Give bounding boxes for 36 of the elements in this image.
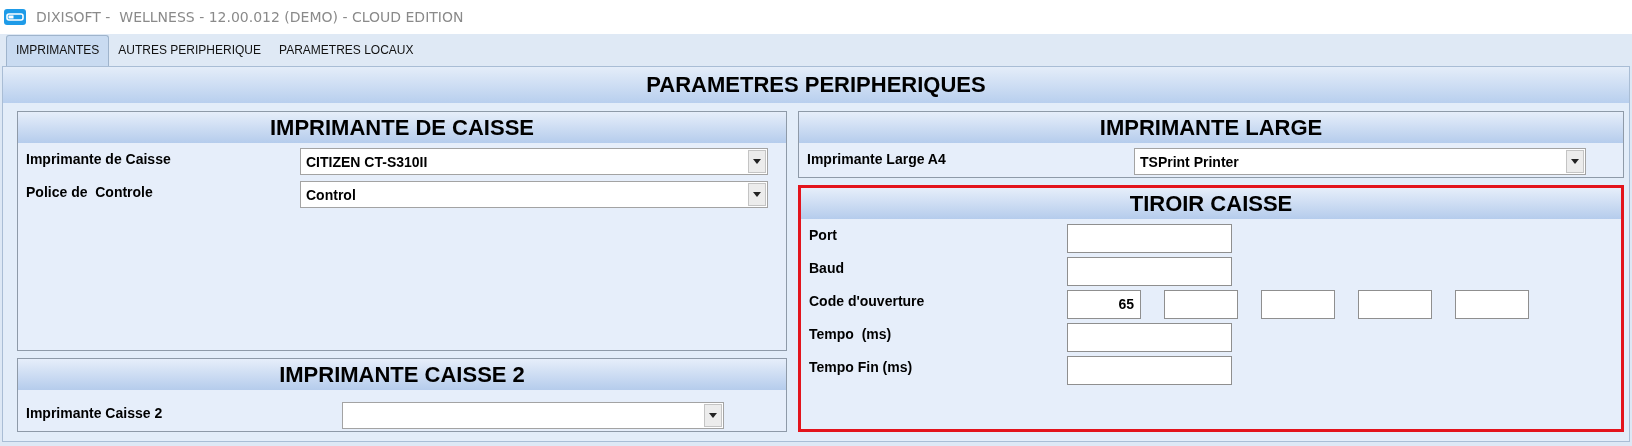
- input-field[interactable]: [1455, 290, 1529, 319]
- dropdown[interactable]: CITIZEN CT-S310II: [300, 148, 768, 175]
- input-field[interactable]: [1164, 290, 1238, 319]
- field-label: Police de Controle: [26, 183, 154, 200]
- input-field[interactable]: [1067, 257, 1232, 286]
- field-label: Code d'ouverture: [809, 292, 926, 309]
- caret-icon: [753, 159, 761, 164]
- input-field[interactable]: [1067, 323, 1232, 352]
- dropdown[interactable]: TSPrint Printer: [1134, 148, 1586, 175]
- panel-title: IMPRIMANTE LARGE: [799, 112, 1623, 143]
- window-title: DIXISOFT - WELLNESS - 12.00.012 (DEMO) - CLOUD EDITION: [36, 9, 464, 25]
- dropdown[interactable]: Control: [300, 181, 768, 208]
- caret-icon: [1571, 159, 1579, 164]
- tab[interactable]: IMPRIMANTES: [6, 35, 110, 66]
- panel-title: IMPRIMANTE CAISSE 2: [18, 359, 786, 390]
- dropdown[interactable]: [342, 402, 724, 429]
- app-icon: [4, 9, 26, 25]
- field-label: Imprimante Caisse 2: [26, 404, 164, 421]
- input-field[interactable]: [1067, 356, 1232, 385]
- field-label: Tempo (ms): [809, 325, 893, 342]
- panel-title: TIROIR CAISSE: [801, 188, 1621, 219]
- input-field[interactable]: [1358, 290, 1432, 319]
- caret-icon: [753, 192, 761, 197]
- input-field[interactable]: [1261, 290, 1335, 319]
- panel-title: IMPRIMANTE DE CAISSE: [18, 112, 786, 143]
- caret-icon: [709, 413, 717, 418]
- field-label: Imprimante Large A4: [807, 150, 947, 167]
- field-label: Port: [809, 226, 838, 243]
- page-title: PARAMETRES PERIPHERIQUES: [3, 67, 1629, 103]
- field-label: Imprimante de Caisse: [26, 150, 172, 167]
- tab[interactable]: AUTRES PERIPHERIQUE: [109, 36, 271, 66]
- input-field[interactable]: [1067, 224, 1232, 253]
- input-field[interactable]: 65: [1067, 290, 1141, 319]
- field-label: Baud: [809, 259, 845, 276]
- tab[interactable]: PARAMETRES LOCAUX: [270, 36, 423, 66]
- field-label: Tempo Fin (ms): [809, 358, 914, 375]
